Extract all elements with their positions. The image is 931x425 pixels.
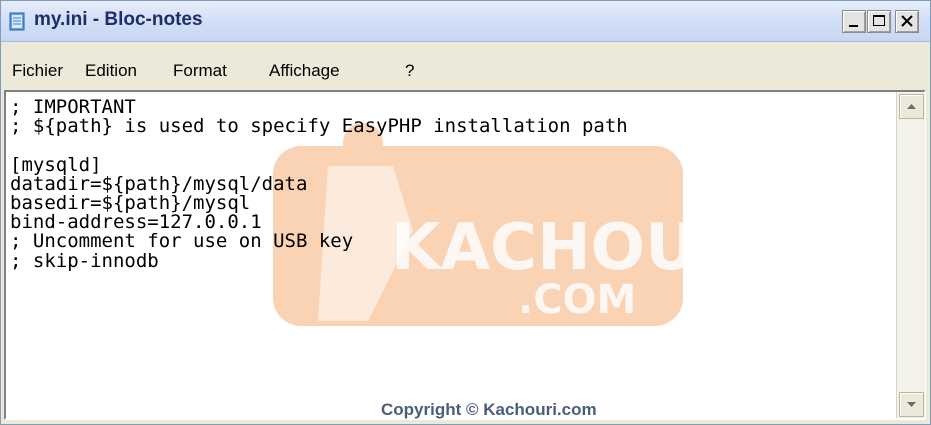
notepad-icon — [9, 12, 25, 31]
window-title: my.ini - Bloc-notes — [34, 9, 203, 30]
notepad-window: my.ini - Bloc-notes Fichier Edition Form… — [0, 0, 931, 425]
menu-edition[interactable]: Edition — [85, 61, 137, 81]
scroll-up-button[interactable] — [899, 94, 924, 119]
text-line: ; skip-innodb — [10, 249, 159, 272]
title-bar[interactable]: my.ini - Bloc-notes — [1, 1, 930, 42]
menu-affichage[interactable]: Affichage — [269, 61, 340, 81]
scroll-down-button[interactable] — [899, 392, 924, 417]
close-button[interactable] — [895, 10, 919, 33]
text-line: [mysqld] — [10, 153, 102, 176]
chevron-up-icon — [907, 104, 916, 109]
text-line: ; ${path} is used to specify EasyPHP ins… — [10, 115, 628, 138]
minimize-button[interactable] — [842, 10, 866, 33]
text-line — [10, 136, 890, 155]
minimize-icon — [849, 25, 858, 27]
chevron-down-icon — [907, 402, 916, 407]
text-line: ; Uncomment for use on USB key — [10, 230, 354, 253]
vertical-scrollbar[interactable] — [896, 92, 925, 418]
menu-help[interactable]: ? — [405, 61, 414, 81]
maximize-button[interactable] — [867, 10, 891, 33]
menu-format[interactable]: Format — [173, 61, 227, 81]
menu-bar — [1, 42, 930, 84]
text-content[interactable]: ; IMPORTANT ; ${path} is used to specify… — [10, 97, 890, 418]
copyright-text: Copyright © Kachouri.com — [381, 400, 597, 419]
maximize-icon — [873, 15, 885, 26]
menu-fichier[interactable]: Fichier — [12, 61, 63, 81]
close-icon — [901, 15, 913, 27]
